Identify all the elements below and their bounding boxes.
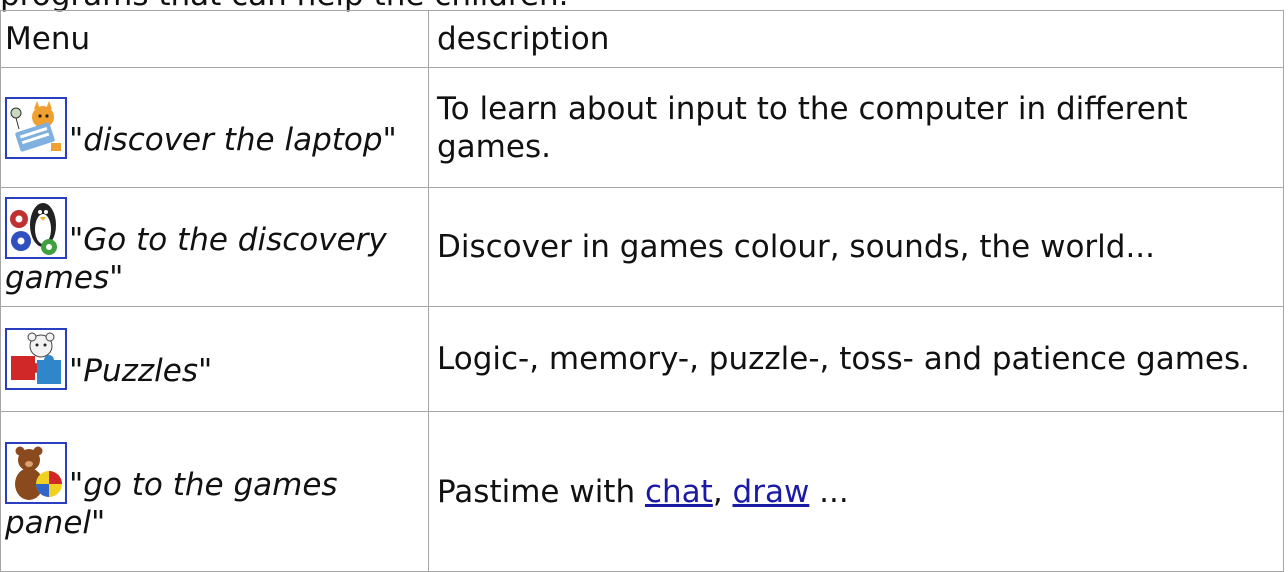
table-row: "go to the games panel" Pastime with cha… <box>0 411 1284 572</box>
description-suffix: ... <box>809 473 849 510</box>
menu-cell: "Go to the discovery games" <box>0 187 429 307</box>
penguin-gears-icon <box>5 197 67 259</box>
link-separator: , <box>712 473 733 510</box>
header-menu: Menu <box>0 10 429 68</box>
description-cell: Discover in games colour, sounds, the wo… <box>428 187 1284 307</box>
teddy-ball-icon <box>5 441 67 504</box>
bear-puzzle-icon <box>5 328 67 390</box>
menu-cell: "go to the games panel" <box>0 411 429 572</box>
header-description: description <box>428 10 1284 68</box>
table-header-row: Menu description <box>0 10 1284 68</box>
table-row: "Go to the discovery games" Discover in … <box>0 187 1284 307</box>
menu-label[interactable]: "Puzzles" <box>69 353 212 389</box>
description-cell: Pastime with chat, draw ... <box>428 411 1284 572</box>
description-cell: To learn about input to the computer in … <box>428 67 1284 188</box>
chat-link[interactable]: chat <box>645 474 713 510</box>
menu-cell: "discover the laptop" <box>0 67 429 188</box>
menu-cell: "Puzzles" <box>0 306 429 412</box>
table-row: "discover the laptop" To learn about inp… <box>0 67 1284 188</box>
table-row: "Puzzles" Logic-, memory-, puzzle-, toss… <box>0 306 1284 412</box>
draw-link[interactable]: draw <box>733 474 810 510</box>
description-prefix: Pastime with <box>437 473 645 510</box>
cat-keyboard-icon <box>5 96 67 159</box>
menu-table: Menu description "discover the laptop" T… <box>0 10 1284 572</box>
menu-label[interactable]: "discover the laptop" <box>69 122 397 158</box>
description-cell: Logic-, memory-, puzzle-, toss- and pati… <box>428 306 1284 412</box>
